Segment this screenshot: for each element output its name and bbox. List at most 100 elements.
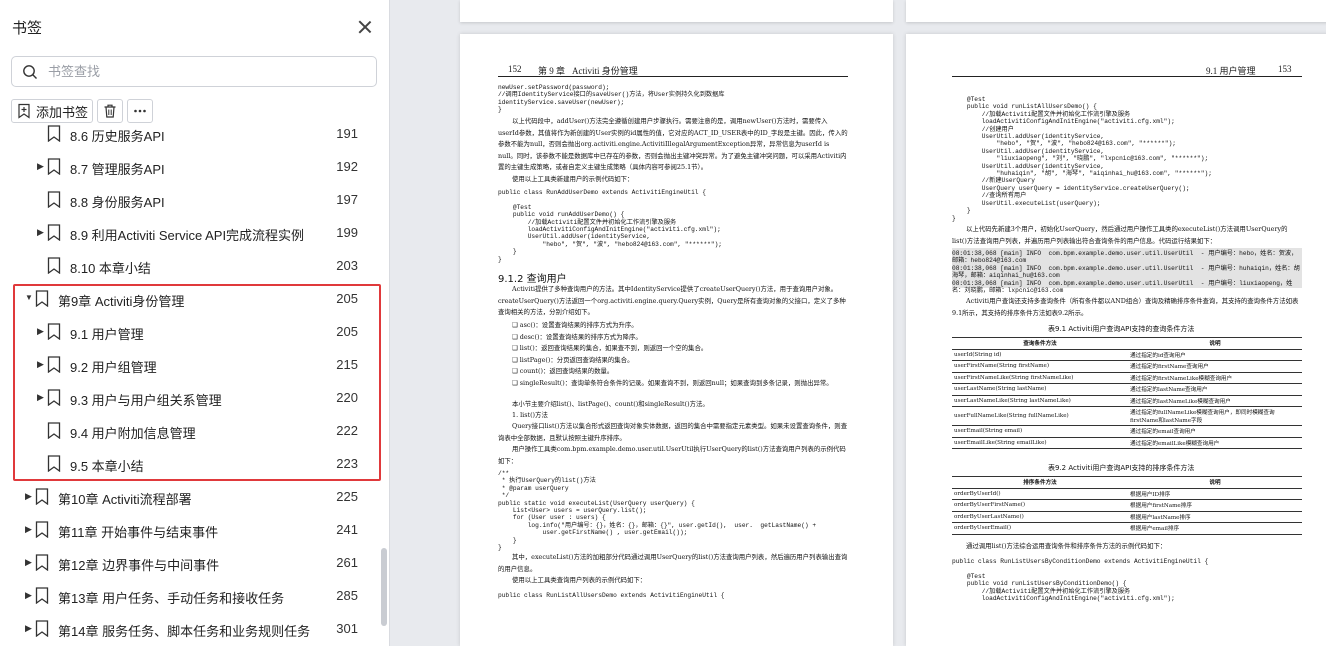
table-row: orderByUserEmail() 根据用户email排序 bbox=[952, 522, 1302, 535]
expand-arrow-icon[interactable]: ▶ bbox=[25, 492, 33, 501]
bookmark-item[interactable]: 8.6 历史服务API 191 bbox=[0, 120, 378, 150]
bookmark-icon bbox=[47, 224, 61, 241]
bookmark-item[interactable]: ▶ 第13章 用户任务、手动任务和接收任务 285 bbox=[0, 579, 378, 612]
page-header-rule bbox=[952, 76, 1302, 77]
bullet-item: ❑ count()：返回查询结果的数量。 bbox=[512, 367, 614, 375]
code-block: public class RunAddUserDemo extends Acti… bbox=[498, 189, 723, 263]
bookmark-item[interactable]: ▶ 8.7 管理服务API 192 bbox=[0, 150, 378, 183]
bookmark-item-label: 8.7 管理服务API bbox=[70, 162, 165, 177]
table-cell: 通过指定的firstName查询用户 bbox=[1128, 360, 1302, 373]
trash-icon bbox=[104, 104, 116, 118]
bookmark-item[interactable]: 9.5 本章小结 223 bbox=[0, 447, 378, 480]
bookmark-item-label: 第14章 服务任务、脚本任务和业务规则任务 bbox=[58, 624, 311, 639]
bookmark-item[interactable]: 8.8 身份服务API 197 bbox=[0, 183, 378, 216]
paragraph: 通过调用list()方法综合运用查询条件和排序条件方法的示例代码如下： bbox=[966, 542, 1167, 550]
table-cell: userFullNameLike(String fullNameLike) bbox=[952, 406, 1128, 426]
bookmark-item-label: 9.4 用户附加信息管理 bbox=[70, 426, 196, 441]
bookmark-item-page: 241 bbox=[336, 522, 358, 537]
expand-arrow-icon[interactable]: ▶ bbox=[37, 162, 45, 171]
paragraph: 使用以上工具类新建用户的示例代码如下： bbox=[512, 175, 634, 183]
bookmark-icon bbox=[35, 554, 49, 571]
sort-conditions-table: 排序条件方法 说明 orderByUserId() 根据用户ID排序 orderBy… bbox=[952, 476, 1302, 535]
bookmark-item[interactable]: ▶ 9.3 用户与用户组关系管理 220 bbox=[0, 381, 378, 414]
table-header: 排序条件方法 bbox=[952, 476, 1128, 489]
table-cell: 根据用户ID排序 bbox=[1128, 487, 1302, 500]
bookmark-item-label: 9.2 用户组管理 bbox=[70, 360, 157, 375]
bookmark-item-page: 199 bbox=[336, 225, 358, 240]
previous-page-right bbox=[906, 0, 1326, 22]
bullet-item: ❑ list()：返回查询结果的集合，如果查不到，则返回一个空的集合。 bbox=[512, 344, 708, 352]
bookmark-icon bbox=[47, 356, 61, 373]
bookmark-item-label: 9.1 用户管理 bbox=[70, 327, 144, 342]
table-row: userLastName(String lastName) 通过指定的lastNa… bbox=[952, 383, 1302, 396]
bookmark-search-input[interactable] bbox=[48, 64, 348, 79]
code-block: @Test public void runListAllUsersDemo() … bbox=[952, 96, 1212, 222]
paragraph: 以上代码段中，addUser()方法完全遵循创建用户步骤执行。需要注意的是，调用… bbox=[498, 117, 848, 171]
bookmark-item[interactable]: ▶ 9.2 用户组管理 215 bbox=[0, 348, 378, 381]
table-cell: 通过指定的fullNameLike模糊查询用户，即同时模糊查询firstName… bbox=[1128, 406, 1302, 426]
bookmark-item[interactable]: ▶ 8.9 利用Activiti Service API完成流程实例 199 bbox=[0, 216, 378, 249]
expand-arrow-icon[interactable]: ▶ bbox=[25, 525, 33, 534]
bookmark-item[interactable]: ▶ 9.1 用户管理 205 bbox=[0, 315, 378, 348]
bookmark-icon bbox=[35, 587, 49, 604]
bookmark-item-page: 220 bbox=[336, 390, 358, 405]
table-row: userEmailLike(String emailLike) 通过指定的emai… bbox=[952, 436, 1302, 449]
expand-arrow-icon[interactable]: ▶ bbox=[25, 624, 33, 633]
expand-arrow-icon[interactable]: ▶ bbox=[25, 558, 33, 567]
expand-arrow-icon[interactable]: ▶ bbox=[25, 591, 33, 600]
log-output: 08:01:38,068 [main] INFO com.bpm.example… bbox=[952, 250, 1300, 295]
code-block: /** * 执行UserQuery的list()方法 * @param user… bbox=[498, 470, 817, 552]
expand-arrow-icon[interactable]: ▶ bbox=[37, 327, 45, 336]
bookmark-item-page: 223 bbox=[336, 456, 358, 471]
bookmark-item[interactable]: ▶ 第12章 边界事件与中间事件 261 bbox=[0, 546, 378, 579]
bookmark-icon bbox=[35, 290, 49, 307]
table-row: userId(String id) 通过指定的id查询用户 bbox=[952, 348, 1302, 361]
close-icon[interactable] bbox=[355, 17, 375, 37]
table-cell: userFirstName(String firstName) bbox=[952, 360, 1128, 373]
document-viewer[interactable]: 152 第 9 章 Activiti 身份管理 newUser.setPassw… bbox=[391, 0, 1326, 646]
bookmark-search[interactable] bbox=[11, 56, 377, 87]
table-cell: 通过指定的email查询用户 bbox=[1128, 425, 1302, 438]
table-row: orderByUserFirstName() 根据用户firstName排序 bbox=[952, 499, 1302, 512]
table-row: userFirstName(String firstName) 通过指定的firs… bbox=[952, 360, 1302, 373]
table-cell: userLastNameLike(String lastNameLike) bbox=[952, 394, 1128, 407]
expand-arrow-icon[interactable]: ▶ bbox=[37, 228, 45, 237]
paragraph: Activiti用户查询还支持多查询条件（所有条件都以AND组合）查询及精确排序… bbox=[952, 297, 1299, 317]
bookmark-icon bbox=[47, 158, 61, 175]
expand-arrow-icon[interactable]: ▶ bbox=[37, 360, 45, 369]
bookmark-item[interactable]: ▶ 第10章 Activiti流程部署 225 bbox=[0, 480, 378, 513]
expand-arrow-icon[interactable]: ▶ bbox=[37, 393, 45, 402]
paragraph: Activiti提供了多种查询用户的方法。其中IdentityService提供… bbox=[498, 285, 846, 316]
bookmark-item[interactable]: ▶ 第11章 开始事件与结束事件 241 bbox=[0, 513, 378, 546]
bookmark-item[interactable]: 8.10 本章小结 203 bbox=[0, 249, 378, 282]
table-cell: userLastName(String lastName) bbox=[952, 383, 1128, 396]
table-cell: orderByUserFirstName() bbox=[952, 499, 1128, 512]
table-cell: userEmailLike(String emailLike) bbox=[952, 436, 1128, 449]
bookmark-icon bbox=[35, 488, 49, 505]
bookmark-icon bbox=[47, 323, 61, 340]
table-header: 查询条件方法 bbox=[952, 337, 1128, 350]
table-cell: orderByUserLastName() bbox=[952, 510, 1128, 523]
table-row: orderByUserLastName() 根据用户lastName排序 bbox=[952, 510, 1302, 523]
bookmark-tree: 8.6 历史服务API 191 ▶ 8.7 管理服务API 192 8.8 身份服务API… bbox=[0, 120, 378, 646]
paragraph: 其中，executeList()方法的加粗部分代码通过调用UserQuery的l… bbox=[498, 553, 848, 573]
table-row: orderByUserId() 根据用户ID排序 bbox=[952, 487, 1302, 500]
table-row: userFullNameLike(String fullNameLike) 通过指… bbox=[952, 406, 1302, 426]
bookmark-item[interactable]: 9.4 用户附加信息管理 222 bbox=[0, 414, 378, 447]
bookmark-scrollbar[interactable] bbox=[381, 548, 387, 626]
bookmark-icon bbox=[47, 422, 61, 439]
bookmark-item-label: 9.5 本章小结 bbox=[70, 459, 144, 474]
bookmark-item[interactable]: ▼ 第9章 Activiti身份管理 205 bbox=[0, 282, 378, 315]
table-header: 说明 bbox=[1128, 476, 1302, 489]
bookmark-panel-header: 书签 bbox=[0, 0, 389, 54]
bookmark-item-label: 第10章 Activiti流程部署 bbox=[58, 492, 192, 507]
table-caption: 表9.1 Activiti用户查询API支持的查询条件方法 bbox=[1048, 325, 1195, 333]
collapse-arrow-icon[interactable]: ▼ bbox=[25, 294, 33, 302]
bookmark-item-label: 8.9 利用Activiti Service API完成流程实例 bbox=[70, 228, 305, 243]
table-cell: 根据用户firstName排序 bbox=[1128, 499, 1302, 512]
bookmark-item[interactable]: ▶ 第14章 服务任务、脚本任务和业务规则任务 301 bbox=[0, 612, 378, 645]
bullet-item: ❑ singleResult()：查询单条符合条件的记录。如果查询不到，则返回n… bbox=[512, 378, 833, 387]
bullet-item: ❑ asc()：设置查询结果的排序方式为升序。 bbox=[512, 321, 638, 329]
bookmark-item-label: 9.3 用户与用户组关系管理 bbox=[70, 393, 222, 408]
bullet-item: ❑ listPage()：分页返回查询结果的集合。 bbox=[512, 355, 634, 364]
